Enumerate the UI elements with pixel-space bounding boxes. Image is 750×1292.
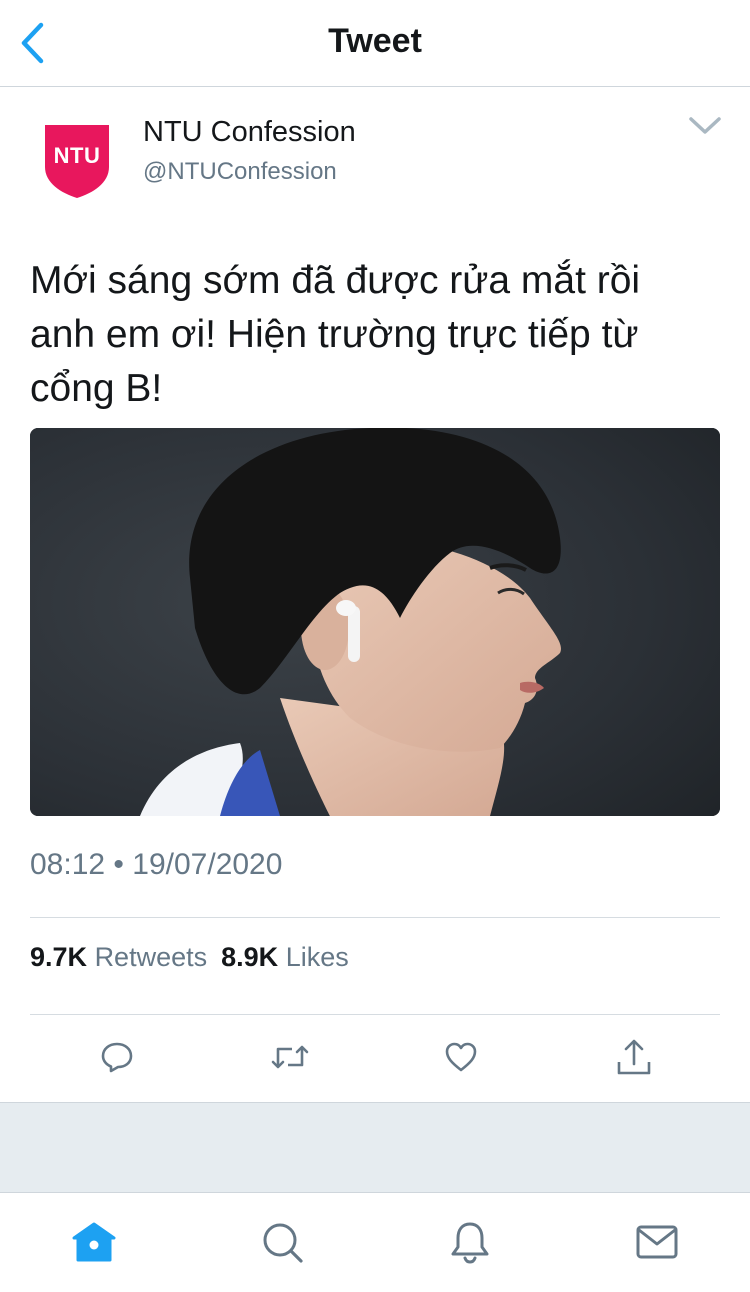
- page-title: Tweet: [328, 22, 422, 60]
- tab-messages[interactable]: [632, 1219, 682, 1265]
- likes-link[interactable]: 8.9K Likes: [221, 942, 349, 972]
- author-name[interactable]: NTU Confession: [143, 116, 356, 149]
- tweet-text: Mới sáng sớm đã được rửa mắt rồi anh em …: [30, 254, 720, 416]
- mail-icon: [636, 1225, 678, 1259]
- tweet-actions: [0, 1015, 750, 1101]
- heart-icon: [445, 1042, 477, 1072]
- tweet-text-line: anh em ơi! Hiện trường trực tiếp từ: [30, 313, 639, 356]
- likes-count: 8.9K: [221, 942, 279, 972]
- reply-button[interactable]: [97, 1037, 137, 1077]
- reply-icon: [101, 1042, 133, 1073]
- share-button[interactable]: [614, 1037, 654, 1077]
- tweet-stats: 9.7K Retweets 8.9K Likes: [30, 942, 349, 973]
- tweet-photo[interactable]: [30, 428, 720, 816]
- like-button[interactable]: [441, 1037, 481, 1077]
- photo-illustration: [30, 428, 720, 816]
- empty-replies-area: [0, 1102, 750, 1193]
- search-icon: [263, 1223, 303, 1263]
- home-icon: [72, 1222, 116, 1262]
- retweet-button[interactable]: [270, 1037, 310, 1077]
- tab-home[interactable]: [69, 1219, 119, 1265]
- retweets-link[interactable]: 9.7K Retweets: [30, 942, 207, 972]
- tweet-author: NTU NTU Confession @NTUConfession: [0, 88, 750, 238]
- author-handle[interactable]: @NTUConfession: [143, 158, 337, 186]
- bell-icon: [451, 1222, 489, 1264]
- tab-notifications[interactable]: [445, 1219, 495, 1265]
- retweet-icon: [271, 1045, 309, 1069]
- tweet-date: 19/07/2020: [132, 848, 283, 881]
- tab-search[interactable]: [257, 1219, 307, 1265]
- retweets-label: Retweets: [94, 942, 208, 972]
- tweet-text-line: cổng B!: [30, 367, 163, 410]
- retweets-count: 9.7K: [30, 942, 88, 972]
- avatar-logo-text: NTU: [53, 143, 101, 168]
- top-navigation-bar: Tweet: [0, 0, 750, 87]
- tweet-text-line: Mới sáng sớm đã được rửa mắt rồi: [30, 259, 641, 302]
- bottom-tab-bar: [0, 1193, 750, 1292]
- share-icon: [617, 1039, 651, 1075]
- divider: [30, 917, 720, 918]
- tweet-timestamp: 08:12 • 19/07/2020: [30, 848, 282, 882]
- timestamp-separator: •: [113, 848, 124, 881]
- chevron-down-icon: [689, 117, 721, 134]
- likes-label: Likes: [285, 942, 349, 972]
- tweet-time: 08:12: [30, 848, 106, 881]
- tweet-options-button[interactable]: [688, 114, 722, 138]
- avatar[interactable]: NTU: [43, 123, 111, 199]
